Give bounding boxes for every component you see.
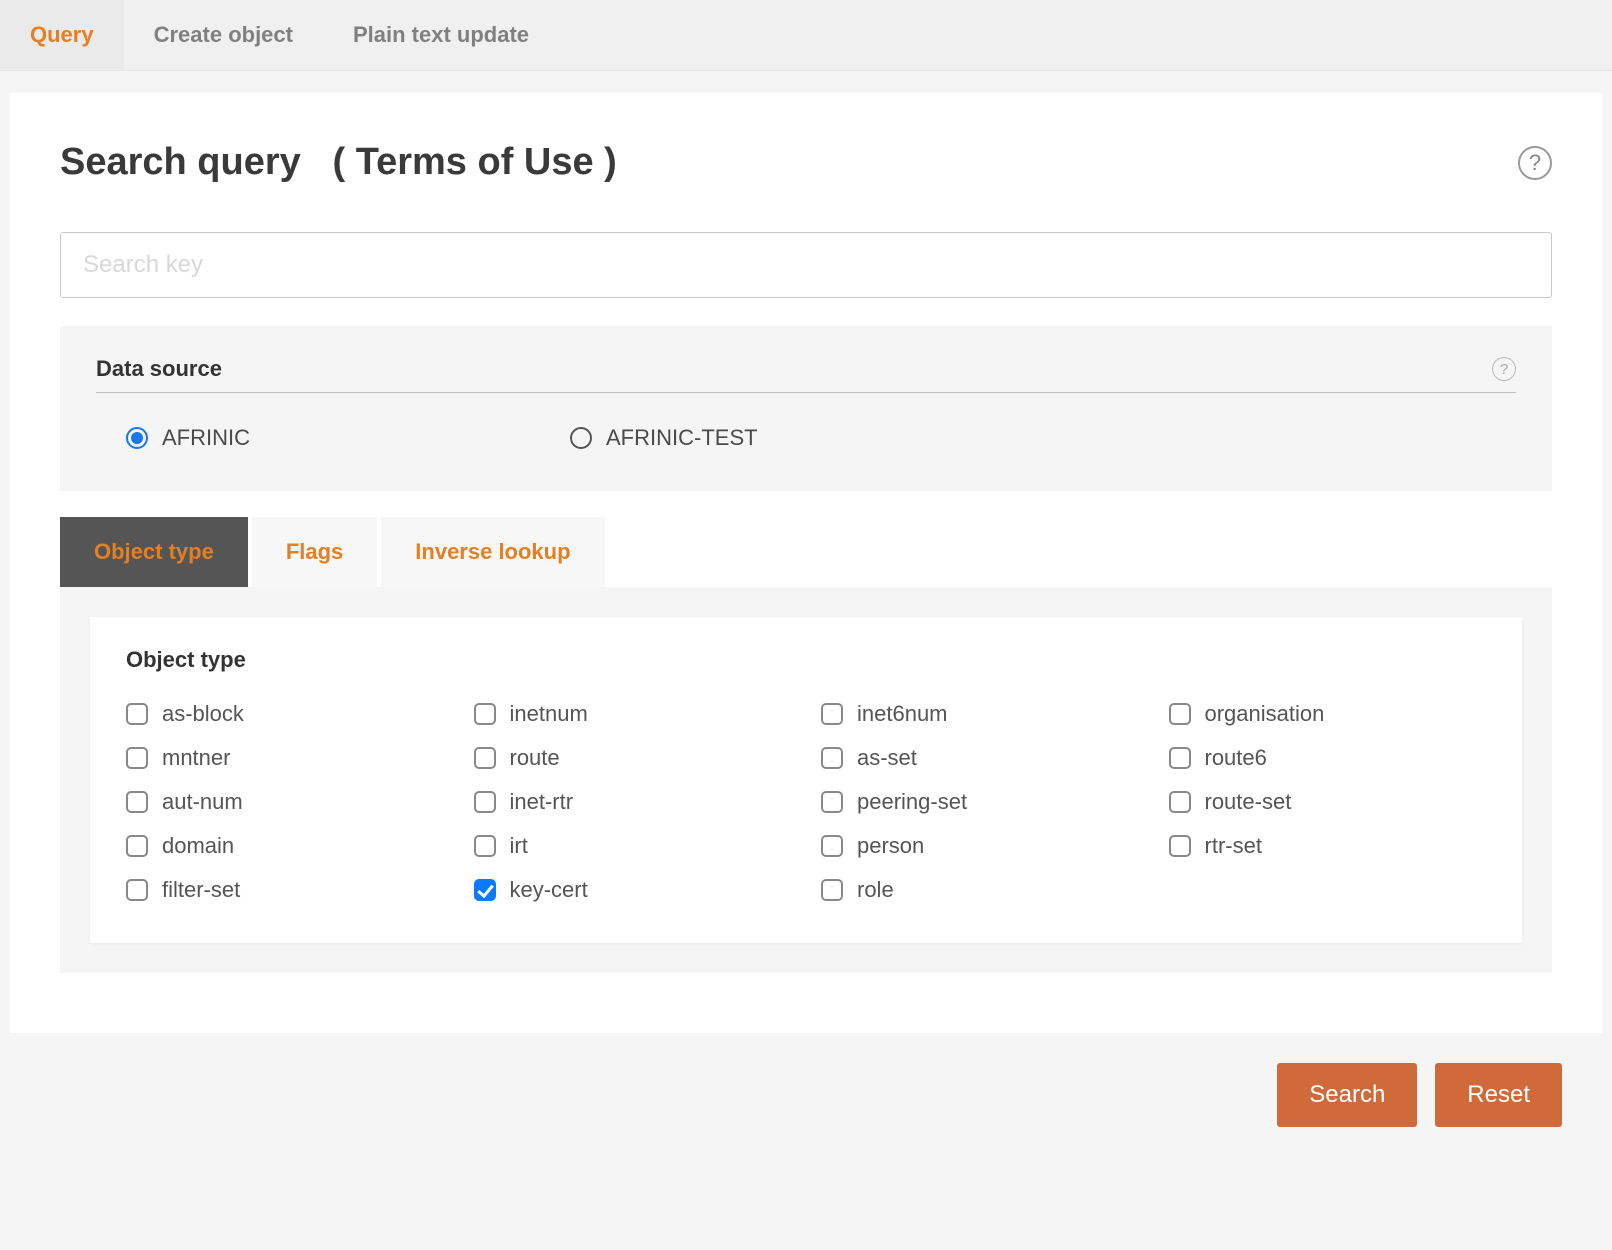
- object-types-grid: as-block inetnum inet6num organisation mntne…: [126, 701, 1486, 903]
- radio-afrinic-test[interactable]: AFRINIC-TEST: [570, 425, 758, 451]
- object-type-label: mntner: [162, 745, 230, 771]
- object-type-mntner[interactable]: mntner: [126, 745, 444, 771]
- object-type-label: route6: [1205, 745, 1267, 771]
- object-types-card: Object type as-block inetnum inet6num organ…: [90, 617, 1522, 943]
- object-type-label: inet-rtr: [510, 789, 574, 815]
- object-types-area: Object type as-block inetnum inet6num organ…: [60, 587, 1552, 973]
- radio-afrinic-input[interactable]: [126, 427, 148, 449]
- checkbox-role[interactable]: [821, 879, 843, 901]
- checkbox-organisation[interactable]: [1169, 703, 1191, 725]
- radio-afrinic-test-label: AFRINIC-TEST: [606, 425, 758, 451]
- object-type-label: inetnum: [510, 701, 588, 727]
- radio-afrinic-label: AFRINIC: [162, 425, 250, 451]
- checkbox-as-set[interactable]: [821, 747, 843, 769]
- object-type-person[interactable]: person: [821, 833, 1139, 859]
- object-type-route[interactable]: route: [474, 745, 792, 771]
- checkbox-inet-rtr[interactable]: [474, 791, 496, 813]
- object-type-label: as-block: [162, 701, 244, 727]
- object-type-route6[interactable]: route6: [1169, 745, 1487, 771]
- object-type-label: role: [857, 877, 894, 903]
- object-type-inet6num[interactable]: inet6num: [821, 701, 1139, 727]
- checkbox-rtr-set[interactable]: [1169, 835, 1191, 857]
- object-type-aut-num[interactable]: aut-num: [126, 789, 444, 815]
- checkbox-inet6num[interactable]: [821, 703, 843, 725]
- object-type-as-block[interactable]: as-block: [126, 701, 444, 727]
- radio-afrinic[interactable]: AFRINIC: [126, 425, 250, 451]
- object-type-label: organisation: [1205, 701, 1325, 727]
- object-type-peering-set[interactable]: peering-set: [821, 789, 1139, 815]
- object-type-inet-rtr[interactable]: inet-rtr: [474, 789, 792, 815]
- tab-query[interactable]: Query: [0, 0, 124, 70]
- checkbox-aut-num[interactable]: [126, 791, 148, 813]
- checkbox-irt[interactable]: [474, 835, 496, 857]
- object-type-domain[interactable]: domain: [126, 833, 444, 859]
- object-type-organisation[interactable]: organisation: [1169, 701, 1487, 727]
- object-type-route-set[interactable]: route-set: [1169, 789, 1487, 815]
- object-type-role[interactable]: role: [821, 877, 1139, 903]
- object-type-label: inet6num: [857, 701, 948, 727]
- object-type-label: irt: [510, 833, 528, 859]
- checkbox-peering-set[interactable]: [821, 791, 843, 813]
- object-type-label: rtr-set: [1205, 833, 1262, 859]
- search-button[interactable]: Search: [1277, 1063, 1417, 1127]
- data-source-panel: Data source ? AFRINIC AFRINIC-TEST: [60, 326, 1552, 491]
- object-type-label: route-set: [1205, 789, 1292, 815]
- checkbox-mntner[interactable]: [126, 747, 148, 769]
- checkbox-route[interactable]: [474, 747, 496, 769]
- data-source-label: Data source: [96, 356, 222, 382]
- terms-of-use-link[interactable]: ( Terms of Use ): [332, 141, 616, 183]
- checkbox-person[interactable]: [821, 835, 843, 857]
- tab-create-object[interactable]: Create object: [124, 0, 323, 70]
- heading-text: Search query: [60, 141, 301, 183]
- reset-button[interactable]: Reset: [1435, 1063, 1562, 1127]
- object-type-label: domain: [162, 833, 234, 859]
- object-type-rtr-set[interactable]: rtr-set: [1169, 833, 1487, 859]
- checkbox-route6[interactable]: [1169, 747, 1191, 769]
- checkbox-domain[interactable]: [126, 835, 148, 857]
- object-type-label: aut-num: [162, 789, 243, 815]
- object-type-label: person: [857, 833, 924, 859]
- checkbox-key-cert[interactable]: [474, 879, 496, 901]
- object-type-label: peering-set: [857, 789, 967, 815]
- object-type-label: route: [510, 745, 560, 771]
- object-type-irt[interactable]: irt: [474, 833, 792, 859]
- object-types-title: Object type: [126, 647, 1486, 673]
- filter-tab-flags[interactable]: Flags: [252, 517, 377, 587]
- checkbox-filter-set[interactable]: [126, 879, 148, 901]
- radio-afrinic-test-input[interactable]: [570, 427, 592, 449]
- data-source-help-icon[interactable]: ?: [1492, 357, 1516, 381]
- search-input[interactable]: [60, 232, 1552, 298]
- object-type-key-cert[interactable]: key-cert: [474, 877, 792, 903]
- tab-plain-text-update[interactable]: Plain text update: [323, 0, 559, 70]
- query-card: Search query ( Terms of Use ) ? Data sou…: [10, 93, 1602, 1033]
- object-type-label: as-set: [857, 745, 917, 771]
- object-type-inetnum[interactable]: inetnum: [474, 701, 792, 727]
- filter-tab-object-type[interactable]: Object type: [60, 517, 248, 587]
- object-type-label: key-cert: [510, 877, 588, 903]
- checkbox-as-block[interactable]: [126, 703, 148, 725]
- object-type-as-set[interactable]: as-set: [821, 745, 1139, 771]
- object-type-filter-set[interactable]: filter-set: [126, 877, 444, 903]
- help-icon[interactable]: ?: [1518, 146, 1552, 180]
- filter-tab-bar: Object type Flags Inverse lookup: [60, 517, 1552, 587]
- checkbox-inetnum[interactable]: [474, 703, 496, 725]
- object-type-label: filter-set: [162, 877, 240, 903]
- filter-tab-inverse-lookup[interactable]: Inverse lookup: [381, 517, 604, 587]
- action-bar: Search Reset: [0, 1033, 1612, 1127]
- page-title: Search query ( Terms of Use ): [60, 141, 617, 184]
- checkbox-route-set[interactable]: [1169, 791, 1191, 813]
- top-tab-bar: Query Create object Plain text update: [0, 0, 1612, 71]
